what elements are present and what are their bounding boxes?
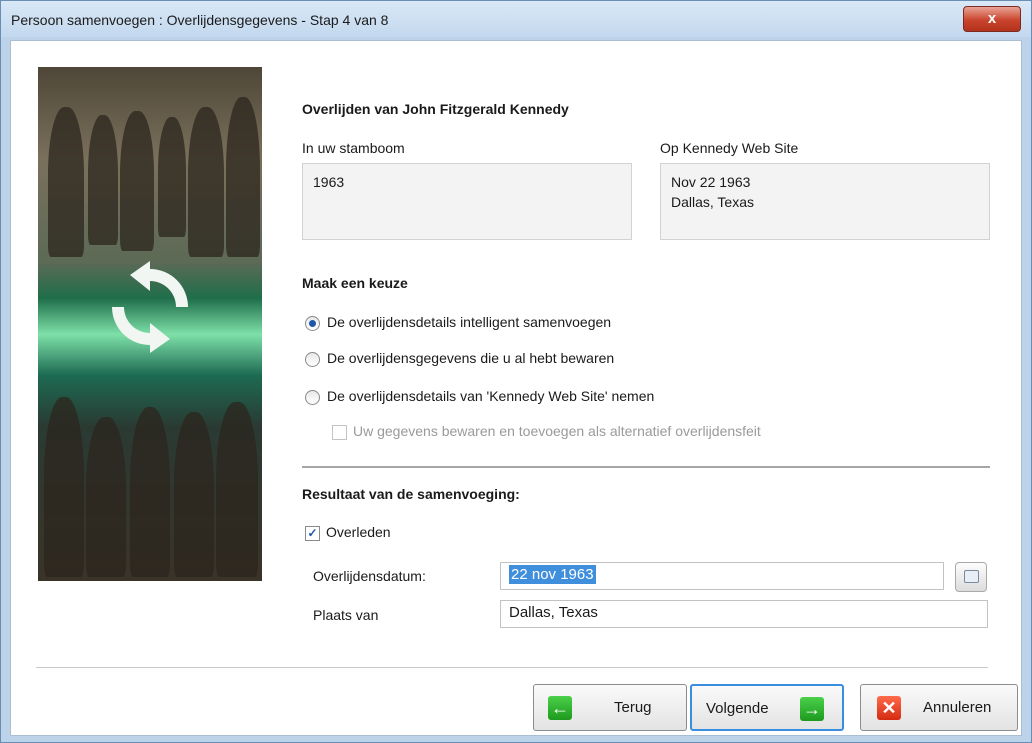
cancel-button[interactable]: ✕ Annuleren [860,684,1018,731]
choice-heading: Maak een keuze [302,275,408,291]
close-button[interactable]: x [963,6,1021,32]
tree-label: In uw stamboom [302,140,405,156]
web-value-box: Nov 22 1963 Dallas, Texas [660,163,990,240]
web-value-line: Dallas, Texas [671,194,755,210]
next-button[interactable]: Volgende → [690,684,844,731]
radio-take-website-label[interactable]: De overlijdensdetails van 'Kennedy Web S… [327,388,654,404]
radio-keep-existing-label[interactable]: De overlijdensgegevens die u al hebt bew… [327,350,614,366]
section-divider [302,466,990,468]
section-heading: Overlijden van John Fitzgerald Kennedy [302,101,569,117]
death-date-label: Overlijdensdatum: [313,568,426,584]
arrow-left-icon: ← [548,696,572,720]
tree-value-box: 1963 [302,163,632,240]
radio-take-website[interactable] [305,390,320,405]
result-heading: Resultaat van de samenvoeging: [302,486,520,502]
title-bar: Persoon samenvoegen : Overlijdensgegeven… [1,1,1031,37]
x-icon: ✕ [877,696,901,720]
window-title: Persoon samenvoegen : Overlijdensgegeven… [11,12,389,28]
death-place-label: Plaats van [313,607,379,623]
deceased-checkbox[interactable]: ✓ [305,526,320,541]
radio-merge-intelligent-label[interactable]: De overlijdensdetails intelligent samenv… [327,314,611,330]
arrow-right-icon: → [800,697,824,721]
merge-banner-image [38,67,262,581]
death-date-input[interactable]: 22 nov 1963 [500,562,944,590]
death-place-input[interactable]: Dallas, Texas [500,600,988,628]
back-button[interactable]: ← Terug [533,684,687,731]
calendar-icon[interactable] [955,562,987,592]
keep-alternative-checkbox[interactable] [332,425,347,440]
next-button-label: Volgende [706,700,769,717]
death-place-value: Dallas, Texas [509,604,598,621]
web-value-line: Nov 22 1963 [671,174,751,190]
footer-divider [36,667,988,668]
death-date-value: 22 nov 1963 [509,565,596,584]
back-button-label: Terug [614,699,652,716]
sync-arrows-icon [112,261,188,353]
keep-alternative-label: Uw gegevens bewaren en toevoegen als alt… [353,423,761,439]
radio-keep-existing[interactable] [305,352,320,367]
web-label: Op Kennedy Web Site [660,140,799,156]
tree-value-line: 1963 [313,174,345,190]
deceased-label[interactable]: Overleden [326,524,391,540]
cancel-button-label: Annuleren [923,699,992,716]
radio-merge-intelligent[interactable] [305,316,320,331]
